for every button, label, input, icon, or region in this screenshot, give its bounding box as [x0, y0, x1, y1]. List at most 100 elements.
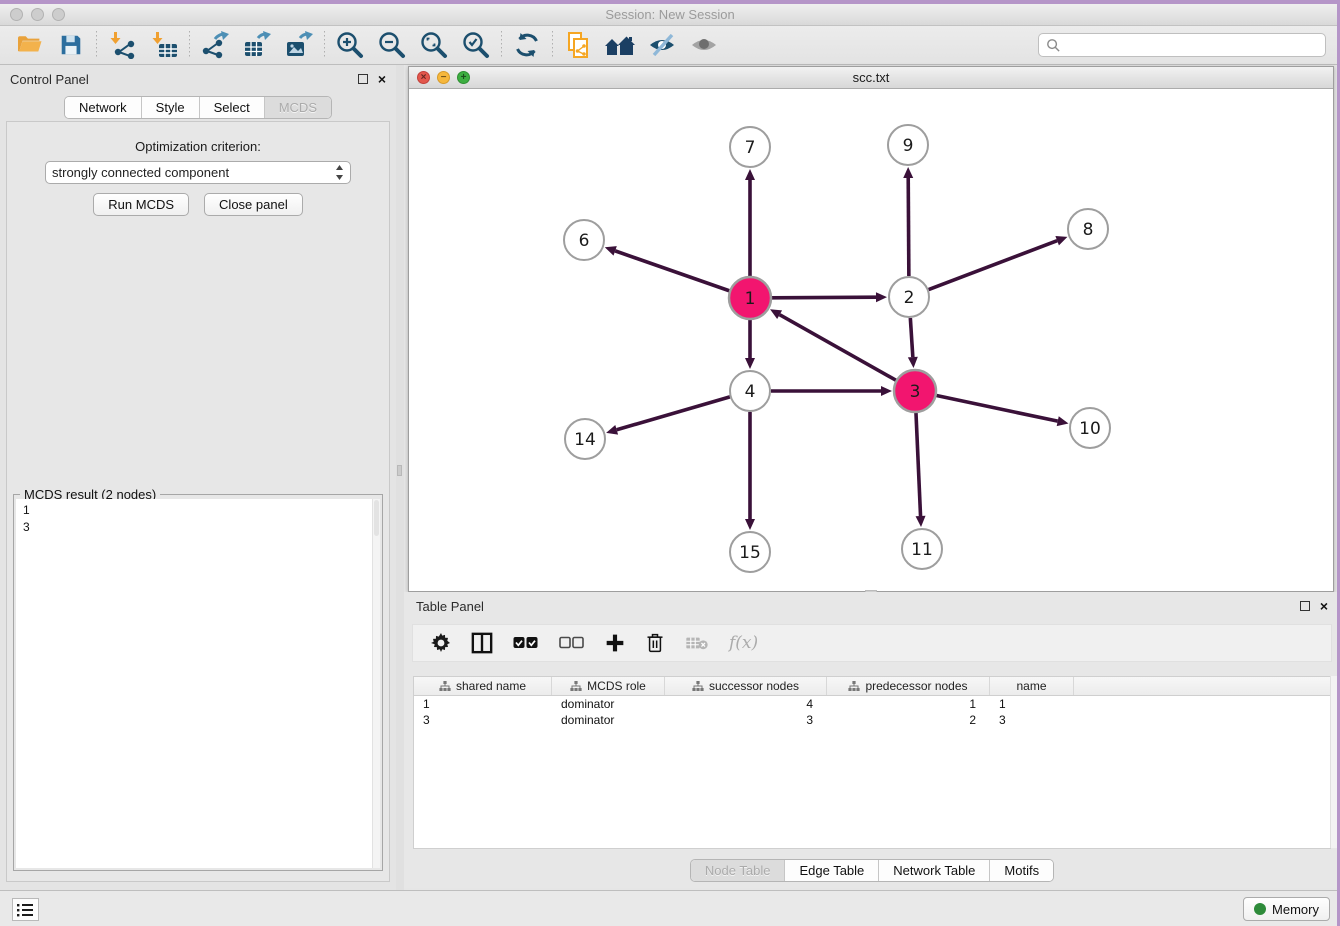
node-label-14: 14	[574, 430, 596, 450]
select-all-button[interactable]	[513, 636, 539, 650]
show-hidden-button[interactable]	[683, 29, 725, 61]
column-header-predecessor-nodes[interactable]: predecessor nodes	[827, 677, 990, 695]
optimization-criterion-select[interactable]: strongly connected component	[45, 161, 351, 184]
node-label-3: 3	[910, 382, 921, 402]
cell-successor-nodes[interactable]: 3	[665, 712, 827, 728]
search-box[interactable]	[1038, 33, 1326, 57]
table-row[interactable]: 3dominator323	[414, 712, 1330, 728]
network-view-window: × − + scc.txt 7968124314101511	[408, 66, 1334, 592]
float-table-panel-icon[interactable]	[1300, 601, 1310, 611]
edge-2-9[interactable]	[908, 178, 909, 276]
zoom-selected-button[interactable]	[455, 29, 497, 61]
delete-table-icon	[685, 635, 709, 651]
control-panel: Control Panel × NetworkStyleSelectMCDS O…	[0, 65, 396, 890]
table-panel-header: Table Panel ×	[404, 592, 1340, 620]
refresh-network-icon	[513, 31, 541, 59]
export-network-button[interactable]	[194, 29, 236, 61]
network-canvas-svg[interactable]: 7968124314101511	[409, 89, 1333, 591]
node-label-6: 6	[579, 231, 590, 251]
tab-node-table[interactable]: Node Table	[691, 860, 786, 881]
node-label-2: 2	[904, 288, 915, 308]
add-row-button[interactable]	[605, 633, 625, 653]
node-label-15: 15	[739, 543, 761, 563]
column-label: MCDS role	[587, 679, 646, 693]
export-table-button[interactable]	[236, 29, 278, 61]
column-header-successor-nodes[interactable]: successor nodes	[665, 677, 827, 695]
cell-shared-name[interactable]: 3	[414, 712, 552, 728]
result-scrollbar[interactable]	[372, 499, 380, 868]
function-builder-button[interactable]: f(x)	[729, 633, 758, 653]
node-label-7: 7	[745, 138, 756, 158]
add-row-icon	[605, 633, 625, 653]
cell-name[interactable]: 3	[990, 712, 1074, 728]
cell-shared-name[interactable]: 1	[414, 696, 552, 712]
zoom-fit-button[interactable]	[413, 29, 455, 61]
hide-selected-button[interactable]	[641, 29, 683, 61]
export-image-button[interactable]	[278, 29, 320, 61]
settings-gear-button[interactable]	[431, 633, 451, 653]
save-session-button[interactable]	[50, 29, 92, 61]
node-table-body: 1dominator4113dominator323	[414, 696, 1330, 728]
cell-successor-nodes[interactable]: 4	[665, 696, 827, 712]
edge-4-14[interactable]	[617, 397, 730, 430]
memory-button[interactable]: Memory	[1243, 897, 1330, 921]
home-networks-icon	[604, 31, 636, 59]
search-input[interactable]	[1061, 38, 1325, 52]
edge-3-11[interactable]	[916, 413, 921, 516]
import-table-icon	[150, 31, 178, 59]
close-panel-button[interactable]: Close panel	[204, 193, 303, 216]
tab-select[interactable]: Select	[200, 97, 265, 118]
table-toolbar: f(x)	[412, 624, 1332, 662]
import-network-button[interactable]	[101, 29, 143, 61]
attribute-tree-icon	[439, 680, 451, 692]
column-header-shared-name[interactable]: shared name	[414, 677, 552, 695]
edge-2-3[interactable]	[910, 318, 912, 357]
tab-motifs[interactable]: Motifs	[990, 860, 1053, 881]
node-label-10: 10	[1079, 419, 1101, 439]
close-table-panel-icon[interactable]: ×	[1320, 601, 1328, 611]
tab-edge-table[interactable]: Edge Table	[785, 860, 879, 881]
float-panel-icon[interactable]	[358, 74, 368, 84]
tab-network-table[interactable]: Network Table	[879, 860, 990, 881]
column-view-button[interactable]	[471, 632, 493, 654]
main-toolbar	[0, 26, 1340, 65]
toolbar-separator	[552, 31, 553, 59]
tab-network[interactable]: Network	[65, 97, 142, 118]
edge-1-6[interactable]	[615, 251, 729, 291]
cell-predecessor-nodes[interactable]: 2	[827, 712, 990, 728]
delete-row-button[interactable]	[645, 632, 665, 654]
run-mcds-button[interactable]: Run MCDS	[93, 193, 189, 216]
delete-table-button[interactable]	[685, 635, 709, 651]
cell-name[interactable]: 1	[990, 696, 1074, 712]
copy-network-button[interactable]	[557, 29, 599, 61]
edge-1-2[interactable]	[772, 297, 876, 298]
tab-style[interactable]: Style	[142, 97, 200, 118]
task-history-button[interactable]	[12, 898, 39, 921]
edge-3-1[interactable]	[780, 315, 896, 381]
column-header-name[interactable]: name	[990, 677, 1074, 695]
refresh-network-button[interactable]	[506, 29, 548, 61]
cell-MCDS-role[interactable]: dominator	[552, 712, 665, 728]
mcds-result-box[interactable]: 1 3	[16, 499, 380, 868]
panel-splitter[interactable]	[396, 65, 404, 890]
home-networks-button[interactable]	[599, 29, 641, 61]
column-header-MCDS-role[interactable]: MCDS role	[552, 677, 665, 695]
open-session-button[interactable]	[8, 29, 50, 61]
unselect-all-button[interactable]	[559, 636, 585, 650]
zoom-fit-icon	[419, 30, 449, 60]
network-window-titlebar[interactable]: × − + scc.txt	[409, 67, 1333, 89]
column-label: successor nodes	[709, 679, 799, 693]
cell-predecessor-nodes[interactable]: 1	[827, 696, 990, 712]
toolbar-separator	[96, 31, 97, 59]
edge-3-10[interactable]	[937, 396, 1058, 422]
zoom-out-button[interactable]	[371, 29, 413, 61]
list-icon	[17, 903, 34, 917]
memory-label: Memory	[1272, 902, 1319, 917]
import-table-button[interactable]	[143, 29, 185, 61]
close-panel-icon[interactable]: ×	[378, 74, 386, 84]
table-row[interactable]: 1dominator411	[414, 696, 1330, 712]
tab-mcds[interactable]: MCDS	[265, 97, 331, 118]
zoom-in-button[interactable]	[329, 29, 371, 61]
edge-2-8[interactable]	[929, 241, 1058, 290]
cell-MCDS-role[interactable]: dominator	[552, 696, 665, 712]
